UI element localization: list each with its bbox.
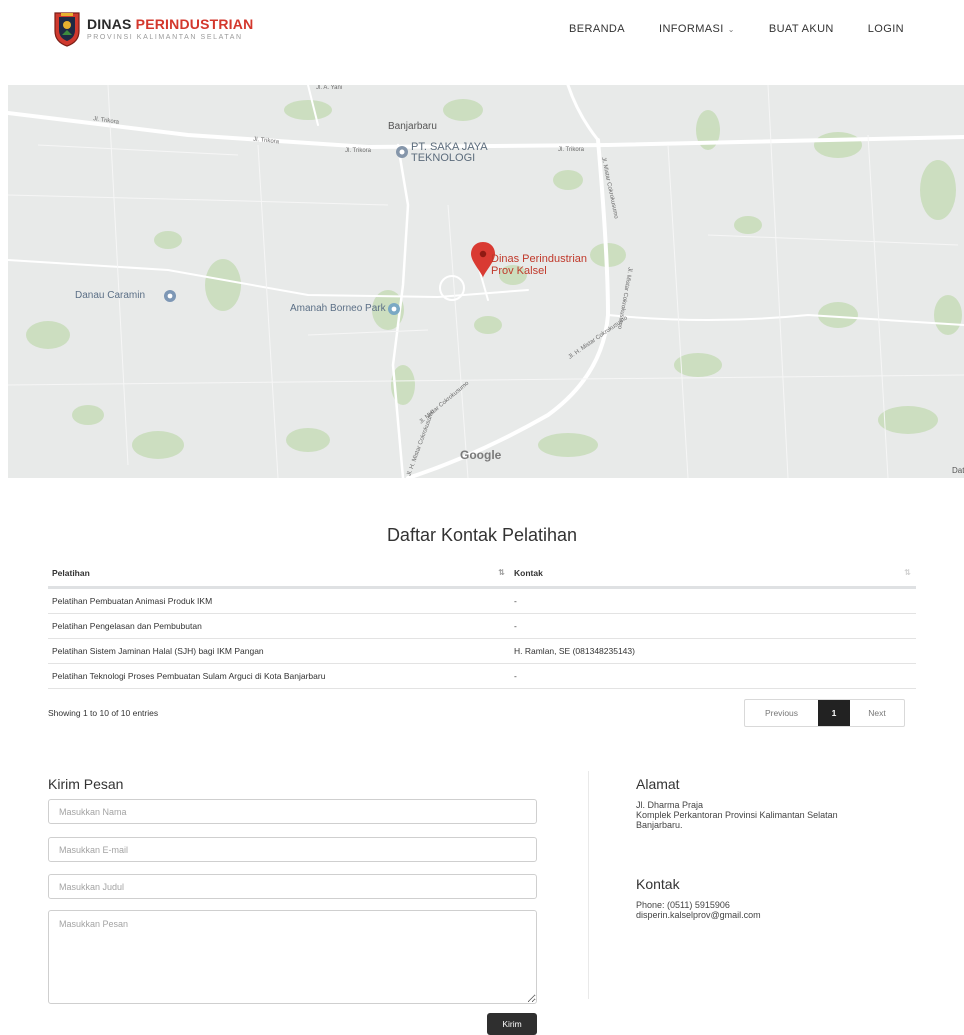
logo-subtitle: PROVINSI KALIMANTAN SELATAN [87,34,243,41]
email-input[interactable] [48,837,537,862]
table-row: Pelatihan Pembuatan Animasi Produk IKM - [48,589,916,614]
logo-title-part1: DINAS [87,16,132,32]
poi-park-label[interactable]: Amanah Borneo Park [290,303,386,314]
crest-icon [54,12,80,47]
city-label: Banjarbaru [388,121,437,132]
poi-lake-label[interactable]: Danau Caramin [75,290,145,301]
table-row: Pelatihan Teknologi Proses Pembuatan Sul… [48,664,916,689]
poi-pin-lake[interactable] [164,290,176,302]
address-line: Banjarbaru. [636,820,683,830]
section-title: Daftar Kontak Pelatihan [386,525,578,545]
main-nav: BERANDA INFORMASI ⌄ BUAT AKUN LOGIN [569,23,904,35]
cell-pelatihan: Pelatihan Pengelasan dan Pembubutan [52,621,202,631]
cell-kontak: H. Ramlan, SE (081348235143) [514,646,635,656]
column-divider [588,771,589,999]
logo-title: DINAS PERINDUSTRIAN [87,17,253,31]
cell-pelatihan: Pelatihan Pembuatan Animasi Produk IKM [52,596,213,606]
marker-label-line1[interactable]: Dinas Perindustrian [491,253,587,265]
table-row: Pelatihan Pengelasan dan Pembubutan - [48,614,916,639]
site-header: DINAS PERINDUSTRIAN PROVINSI KALIMANTAN … [0,0,964,60]
pagination-page-current[interactable]: 1 [818,700,850,726]
cell-kontak: - [514,621,517,631]
table-info: Showing 1 to 10 of 10 entries [48,708,159,718]
address-line: Komplek Perkantoran Provinsi Kalimantan … [636,810,838,820]
nav-item-informasi[interactable]: INFORMASI ⌄ [659,23,735,35]
poi-business-label-line2[interactable]: TEKNOLOGI [411,153,475,164]
cell-pelatihan: Pelatihan Teknologi Proses Pembuatan Sul… [52,671,326,681]
nav-item-login[interactable]: LOGIN [868,23,904,35]
subject-input[interactable] [48,874,537,899]
pagination-previous[interactable]: Previous [745,700,818,726]
column-header-kontak[interactable]: Kontak ⇅ [510,560,916,586]
send-button[interactable]: Kirim [487,1013,537,1035]
pagination: Previous 1 Next [744,699,905,727]
poi-pin-business[interactable] [396,146,408,158]
nav-item-beranda[interactable]: BERANDA [569,23,625,35]
form-title: Kirim Pesan [48,776,124,792]
logo-title-part2: PERINDUSTRIAN [135,16,254,32]
table-row: Pelatihan Sistem Jaminan Halal (SJH) bag… [48,639,916,664]
name-input[interactable] [48,799,537,824]
marker-label-line2[interactable]: Prov Kalsel [491,265,547,277]
nav-item-buat-akun[interactable]: BUAT AKUN [769,23,834,35]
cell-kontak: - [514,596,517,606]
message-textarea[interactable] [48,910,537,1004]
column-header-pelatihan[interactable]: Pelatihan ⇅ [48,560,510,586]
nav-item-informasi-label: INFORMASI [659,23,724,35]
sort-icon: ⇅ [904,568,911,577]
training-contact-table: Pelatihan ⇅ Kontak ⇅ Pelatihan Pembuatan A… [48,560,916,689]
address-line: Jl. Dharma Praja [636,800,704,810]
cell-pelatihan: Pelatihan Sistem Jaminan Halal (SJH) bag… [52,646,264,656]
sort-icon: ⇅ [498,568,505,577]
google-logo[interactable]: Google [460,448,501,462]
column-header-label: Kontak [514,568,543,578]
location-map[interactable]: Jl. A. Yani Jl. Trikora Jl. Trikora Jl. … [8,85,964,478]
contact-title: Kontak [636,876,680,892]
chevron-down-icon: ⌄ [727,25,735,34]
table-header: Pelatihan ⇅ Kontak ⇅ [48,560,916,589]
map-data-label[interactable]: Dat [952,466,964,475]
column-header-label: Pelatihan [52,568,90,578]
road-label: Jl. Trikora [345,148,372,154]
road-label: Jl. Trikora [558,147,585,153]
contact-phone: Phone: (0511) 5915906 [636,900,730,910]
cell-kontak: - [514,671,517,681]
pagination-next[interactable]: Next [850,700,904,726]
contact-email[interactable]: disperin.kalselprov@gmail.com [636,910,761,920]
road-label: Jl. A. Yani [316,85,343,91]
address-title: Alamat [636,776,680,792]
site-logo[interactable]: DINAS PERINDUSTRIAN PROVINSI KALIMANTAN … [53,11,253,47]
poi-pin-park[interactable] [388,303,400,315]
